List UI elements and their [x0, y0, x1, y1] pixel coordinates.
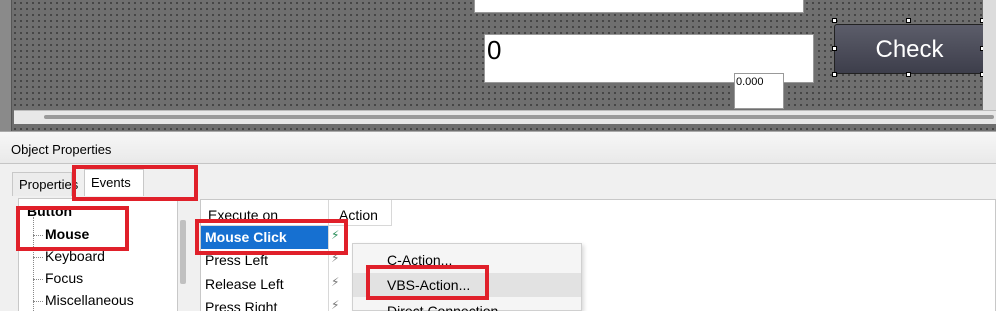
tree-connector [33, 235, 43, 236]
menu-item-c-action[interactable]: C-Action... [353, 248, 581, 272]
column-divider [328, 200, 329, 311]
tree-item-focus[interactable]: Focus [45, 270, 83, 286]
events-grid: Execute on Action Mouse Click ⚡ Press Le… [200, 199, 996, 311]
canvas-vertical-scrollbar[interactable] [983, 0, 996, 110]
tree-item-keyboard[interactable]: Keyboard [45, 248, 105, 264]
tree-connector [33, 301, 43, 302]
column-divider [391, 200, 392, 226]
selection-handle[interactable] [832, 46, 837, 51]
canvas-horizontal-scrollbar[interactable] [14, 110, 996, 124]
tree-item-miscellaneous[interactable]: Miscellaneous [45, 292, 134, 308]
event-row-mouse-click[interactable]: Mouse Click [201, 226, 328, 249]
tree-connector [33, 257, 43, 258]
event-category-tree: Button Mouse Keyboard Focus Miscellaneou… [18, 198, 178, 311]
tree-item-mouse[interactable]: Mouse [45, 226, 89, 242]
canvas-left-edge [0, 0, 12, 131]
grid-header: Execute on Action [201, 200, 391, 226]
panel-splitter[interactable] [180, 220, 186, 284]
header-action: Action [339, 207, 378, 223]
bolt-icon[interactable]: ⚡ [331, 275, 339, 289]
selection-handle[interactable] [832, 72, 837, 77]
menu-item-vbs-action[interactable]: VBS-Action... [353, 273, 581, 297]
bolt-icon[interactable]: ⚡ [331, 298, 339, 311]
selection-handle[interactable] [906, 18, 911, 23]
header-execute-on: Execute on [208, 207, 279, 223]
selection-handle[interactable] [906, 72, 911, 77]
check-button[interactable]: Check [834, 24, 985, 74]
output-field-top[interactable] [474, 0, 804, 13]
vbs-bolt-icon[interactable]: ⚡ [331, 228, 339, 242]
tab-events[interactable]: Events [84, 169, 144, 196]
tree-connector [33, 217, 34, 311]
design-canvas[interactable]: 0 0.000 Check [0, 0, 996, 131]
bolt-icon[interactable]: ⚡ [331, 251, 339, 265]
selection-handle[interactable] [832, 18, 837, 23]
tab-properties[interactable]: Properties [12, 172, 78, 196]
io-field-small[interactable]: 0.000 [734, 73, 784, 109]
event-row-press-left[interactable]: Press Left [201, 249, 328, 272]
panel-title: Object Properties [0, 132, 996, 164]
menu-item-direct-connection[interactable]: Direct Connection [353, 299, 581, 311]
event-row-press-right[interactable]: Press Right [201, 296, 328, 311]
tree-connector [33, 279, 43, 280]
screen: 0 0.000 Check Object Properties Properti… [0, 0, 996, 311]
action-context-menu: C-Action... VBS-Action... Direct Connect… [352, 243, 582, 311]
scrollbar-thumb[interactable] [44, 115, 994, 119]
event-row-release-left[interactable]: Release Left [201, 273, 328, 296]
